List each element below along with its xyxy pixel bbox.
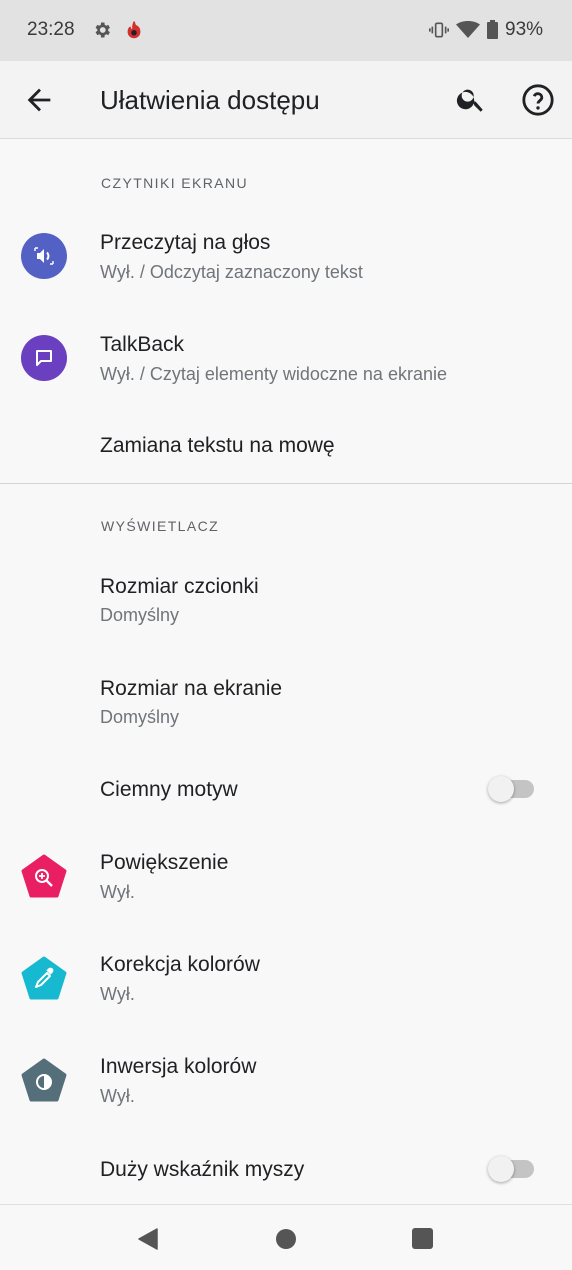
item-title: Korekcja kolorów xyxy=(100,953,260,976)
app-notification-icon xyxy=(127,20,141,39)
select-to-speak-icon xyxy=(21,233,67,279)
color-inversion-icon xyxy=(21,1058,67,1102)
item-subtitle: Wył. xyxy=(100,1086,135,1106)
item-title: Ciemny motyw xyxy=(100,778,238,801)
toggle-thumb xyxy=(488,1156,514,1182)
dark-theme-toggle[interactable] xyxy=(488,776,536,802)
item-subtitle: Domyślny xyxy=(100,707,180,727)
list-item-talkback[interactable]: TalkBack Wył. / Czytaj elementy widoczne… xyxy=(0,312,572,408)
list-item-magnification[interactable]: Powiększenie Wył. xyxy=(0,830,572,926)
status-bar: 23:28 93% xyxy=(0,0,572,61)
talkback-icon xyxy=(21,335,67,381)
item-subtitle: Wył. xyxy=(100,882,135,902)
nav-home-icon[interactable] xyxy=(276,1229,296,1249)
back-arrow-icon[interactable] xyxy=(22,83,56,117)
color-correction-icon xyxy=(21,956,67,1000)
list-item-display-size[interactable]: Rozmiar na ekranie Domyślny xyxy=(0,656,572,752)
item-title: Powiększenie xyxy=(100,851,229,874)
list-item-color-correction[interactable]: Korekcja kolorów Wył. xyxy=(0,932,572,1028)
item-title: Zamiana tekstu na mowę xyxy=(100,434,335,457)
section-header-screen-readers: CZYTNIKI EKRANU xyxy=(101,175,249,191)
item-title: Rozmiar czcionki xyxy=(100,575,259,598)
item-title: Duży wskaźnik myszy xyxy=(100,1158,305,1181)
battery-percentage: 93% xyxy=(505,19,544,40)
list-item-select-to-speak[interactable]: Przeczytaj na głos Wył. / Odczytaj zazna… xyxy=(0,210,572,306)
nav-back-icon[interactable] xyxy=(136,1227,160,1251)
section-divider xyxy=(0,483,572,484)
item-title: Inwersja kolorów xyxy=(100,1055,257,1078)
app-bar: Ułatwienia dostępu xyxy=(0,61,572,139)
magnification-icon xyxy=(21,854,67,898)
item-subtitle: Wył. / Czytaj elementy widoczne na ekran… xyxy=(100,364,447,384)
page-title: Ułatwienia dostępu xyxy=(100,85,320,115)
status-time: 23:28 xyxy=(27,19,75,40)
search-icon[interactable] xyxy=(455,83,487,115)
battery-icon xyxy=(487,20,498,39)
section-header-display: WYŚWIETLACZ xyxy=(101,518,220,534)
wifi-icon xyxy=(456,21,480,38)
item-subtitle: Wył. / Odczytaj zaznaczony tekst xyxy=(100,262,363,282)
item-title: TalkBack xyxy=(100,333,185,356)
toggle-thumb xyxy=(488,776,514,802)
list-item-text-to-speech[interactable]: Zamiana tekstu na mowę xyxy=(0,414,572,480)
list-item-color-inversion[interactable]: Inwersja kolorów Wył. xyxy=(0,1034,572,1130)
nav-recents-icon[interactable] xyxy=(412,1228,433,1249)
list-item-font-size[interactable]: Rozmiar czcionki Domyślny xyxy=(0,554,572,650)
list-item-large-mouse-pointer[interactable]: Duży wskaźnik myszy xyxy=(0,1138,572,1202)
gear-icon xyxy=(95,22,110,38)
large-mouse-pointer-toggle[interactable] xyxy=(488,1156,536,1182)
item-subtitle: Wył. xyxy=(100,984,135,1004)
vibrate-icon xyxy=(429,22,449,38)
help-icon[interactable] xyxy=(521,83,555,117)
navigation-bar xyxy=(0,1204,572,1270)
item-subtitle: Domyślny xyxy=(100,605,180,625)
list-item-dark-theme[interactable]: Ciemny motyw xyxy=(0,758,572,822)
item-title: Rozmiar na ekranie xyxy=(100,677,283,700)
item-title: Przeczytaj na głos xyxy=(100,231,271,254)
